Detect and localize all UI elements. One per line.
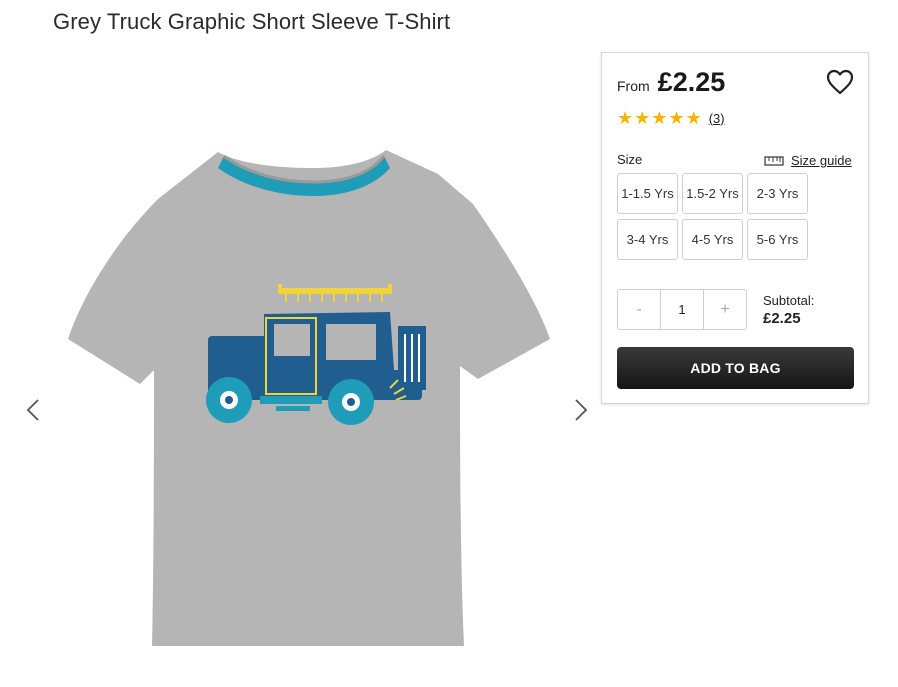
chevron-right-icon — [575, 399, 588, 421]
size-option[interactable]: 4-5 Yrs — [682, 219, 743, 260]
size-guide-label: Size guide — [791, 153, 852, 168]
quantity-decrease-button[interactable]: - — [618, 290, 660, 329]
quantity-input[interactable]: 1 — [660, 290, 704, 329]
wishlist-button[interactable] — [826, 69, 854, 95]
size-guide-link[interactable]: Size guide — [764, 153, 852, 168]
from-label: From — [617, 78, 650, 94]
quantity-stepper: - 1 + — [617, 289, 747, 330]
star-icon: ★ — [668, 108, 685, 128]
size-option[interactable]: 1-1.5 Yrs — [617, 173, 678, 214]
product-image-carousel — [0, 120, 600, 687]
size-label: Size — [617, 152, 643, 167]
carousel-prev-button[interactable] — [22, 396, 44, 424]
carousel-next-button[interactable] — [570, 396, 592, 424]
product-image — [68, 150, 550, 646]
star-icon: ★ — [617, 108, 634, 128]
add-to-bag-button[interactable]: ADD TO BAG — [617, 347, 854, 389]
price: £2.25 — [657, 67, 726, 97]
size-option[interactable]: 2-3 Yrs — [747, 173, 808, 214]
subtotal-value: £2.25 — [763, 310, 801, 327]
chevron-left-icon — [26, 399, 39, 421]
subtotal-label: Subtotal: — [763, 293, 815, 308]
ruler-icon — [764, 155, 784, 166]
star-icon: ★ — [651, 108, 668, 128]
size-option[interactable]: 5-6 Yrs — [747, 219, 808, 260]
product-title: Grey Truck Graphic Short Sleeve T-Shirt — [53, 9, 451, 34]
star-icon: ★ — [634, 108, 651, 128]
purchase-panel: From £2.25 ★ ★ ★ ★ ★ (3) Size Size guide… — [601, 52, 869, 404]
quantity-increase-button[interactable]: + — [704, 290, 746, 329]
price-row: From £2.25 — [617, 67, 725, 98]
heart-icon — [826, 69, 854, 95]
size-option[interactable]: 1.5-2 Yrs — [682, 173, 743, 214]
star-icon: ★ — [685, 108, 702, 128]
subtotal: Subtotal: £2.25 — [763, 293, 814, 327]
rating: ★ ★ ★ ★ ★ (3) — [617, 109, 725, 127]
review-count-link[interactable]: (3) — [709, 111, 725, 126]
size-option[interactable]: 3-4 Yrs — [617, 219, 678, 260]
